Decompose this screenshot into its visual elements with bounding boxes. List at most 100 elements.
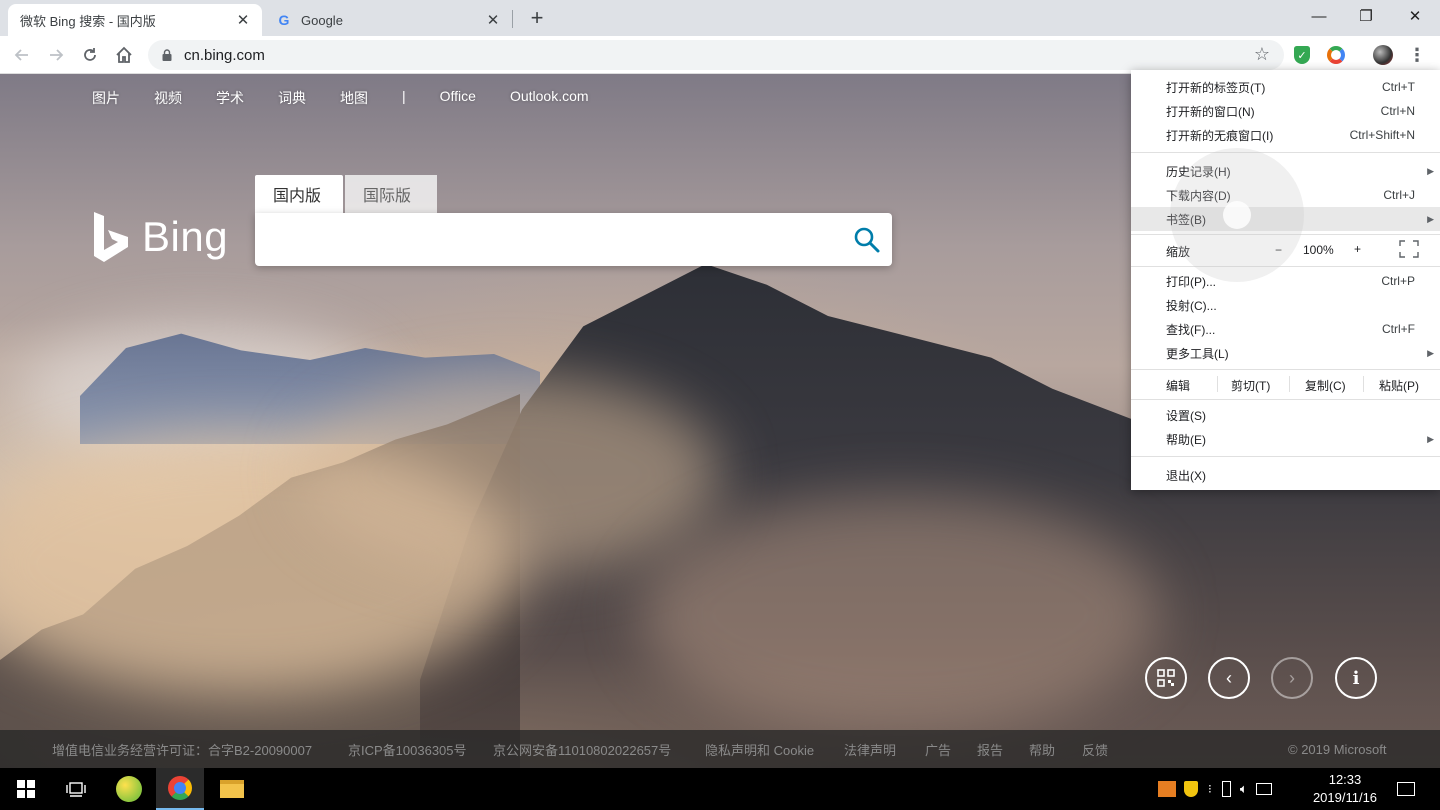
- bing-logo[interactable]: Bing: [92, 210, 228, 264]
- address-bar[interactable]: cn.bing.com ☆: [148, 40, 1284, 70]
- tray-shield-icon[interactable]: [1184, 781, 1198, 797]
- star-icon[interactable]: ☆: [1254, 44, 1270, 65]
- app-ball-icon: [116, 776, 142, 802]
- ring-extension-icon[interactable]: [1325, 44, 1347, 66]
- next-image-button[interactable]: ›: [1271, 657, 1313, 699]
- restore-button[interactable]: ❐: [1343, 0, 1389, 32]
- network-icon[interactable]: [1255, 783, 1272, 795]
- search-icon[interactable]: [852, 225, 882, 255]
- taskbar-chrome[interactable]: [156, 768, 204, 810]
- nav-images[interactable]: 图片: [92, 88, 120, 108]
- lock-icon[interactable]: [160, 49, 174, 61]
- menu-print[interactable]: 打印(P)... Ctrl+P: [1131, 269, 1440, 293]
- clock-date: 2019/11/16: [1312, 790, 1378, 805]
- image-info-button[interactable]: i: [1335, 657, 1377, 699]
- footer-ads[interactable]: 广告: [925, 740, 951, 759]
- action-center-button[interactable]: [1382, 768, 1430, 810]
- task-view-button[interactable]: [52, 768, 100, 810]
- tray-battery-icon[interactable]: [1221, 781, 1231, 797]
- menu-divider: [1131, 456, 1440, 457]
- info-icon: i: [1352, 667, 1360, 689]
- previous-image-button[interactable]: ‹: [1208, 657, 1250, 699]
- search-box: [255, 213, 892, 266]
- chevron-left-icon: ‹: [1226, 667, 1232, 688]
- bing-top-nav: 图片 视频 学术 词典 地图 | Office Outlook.com: [92, 88, 623, 108]
- shield-icon[interactable]: ✓: [1291, 44, 1313, 66]
- tab-international[interactable]: 国际版: [345, 175, 437, 213]
- paste-button[interactable]: 粘贴(P): [1379, 377, 1419, 394]
- folder-icon: [220, 780, 244, 798]
- footer-report[interactable]: 报告: [977, 740, 1003, 759]
- reload-icon[interactable]: [76, 41, 104, 69]
- menu-label: 设置(S): [1166, 408, 1206, 423]
- close-window-button[interactable]: ✕: [1392, 0, 1438, 32]
- browser-toolbar: cn.bing.com ☆ ✓ ⋮: [0, 36, 1440, 74]
- bing-logo-text: Bing: [142, 213, 229, 260]
- menu-new-window[interactable]: 打开新的窗口(N) Ctrl+N: [1131, 99, 1440, 123]
- nav-outlook[interactable]: Outlook.com: [510, 88, 589, 108]
- volume-icon[interactable]: 🔈︎: [1240, 781, 1248, 797]
- menu-shortcut: Ctrl+P: [1381, 274, 1415, 288]
- nav-dictionary[interactable]: 词典: [278, 88, 306, 108]
- menu-divider: [1131, 266, 1440, 267]
- notification-icon: [1397, 782, 1415, 796]
- forward-icon[interactable]: [42, 41, 70, 69]
- qr-code-icon: [1157, 669, 1175, 687]
- touch-point: [1223, 201, 1251, 229]
- menu-incognito[interactable]: 打开新的无痕窗口(I) Ctrl+Shift+N: [1131, 123, 1440, 147]
- fullscreen-icon[interactable]: [1399, 240, 1419, 258]
- menu-shortcut: Ctrl+N: [1380, 104, 1415, 118]
- tray-app-icon[interactable]: [1158, 781, 1176, 797]
- footer-feedback[interactable]: 反馈: [1082, 740, 1108, 759]
- chrome-main-menu: 打开新的标签页(T) Ctrl+T 打开新的窗口(N) Ctrl+N 打开新的无…: [1131, 70, 1440, 490]
- chevron-right-icon: ›: [1289, 667, 1295, 688]
- search-input[interactable]: [267, 223, 827, 255]
- edit-divider: [1289, 376, 1290, 392]
- taskbar-app-ball[interactable]: [105, 768, 153, 810]
- menu-settings[interactable]: 设置(S): [1131, 403, 1440, 427]
- zoom-in-button[interactable]: +: [1354, 242, 1361, 256]
- nav-maps[interactable]: 地图: [340, 88, 368, 108]
- nav-videos[interactable]: 视频: [154, 88, 182, 108]
- menu-new-tab[interactable]: 打开新的标签页(T) Ctrl+T: [1131, 75, 1440, 99]
- copy-button[interactable]: 复制(C): [1305, 377, 1346, 394]
- submenu-arrow-icon: ▶: [1427, 433, 1434, 444]
- new-tab-button[interactable]: +: [524, 5, 550, 31]
- footer-legal[interactable]: 法律声明: [844, 740, 896, 759]
- taskbar-file-explorer[interactable]: [208, 768, 256, 810]
- menu-kebab-icon[interactable]: ⋮: [1406, 44, 1428, 66]
- back-icon[interactable]: [8, 41, 36, 69]
- menu-more-tools[interactable]: 更多工具(L) ▶: [1131, 341, 1440, 365]
- bing-logo-icon: [94, 212, 128, 262]
- home-icon[interactable]: [110, 41, 138, 69]
- windows-taskbar: ⁝ 🔈︎ 12:33 2019/11/16: [0, 768, 1440, 810]
- menu-help[interactable]: 帮助(E) ▶: [1131, 427, 1440, 451]
- nav-academic[interactable]: 学术: [216, 88, 244, 108]
- footer-privacy[interactable]: 隐私声明和 Cookie: [705, 740, 814, 759]
- menu-cast[interactable]: 投射(C)...: [1131, 293, 1440, 317]
- taskbar-clock[interactable]: 12:33 2019/11/16: [1306, 771, 1384, 807]
- tab-bing[interactable]: b 微软 Bing 搜索 - 国内版 ✕: [8, 4, 262, 94]
- tab-close-icon[interactable]: ✕: [232, 9, 254, 31]
- footer-help[interactable]: 帮助: [1029, 740, 1055, 759]
- profile-avatar[interactable]: [1372, 44, 1394, 66]
- menu-find[interactable]: 查找(F)... Ctrl+F: [1131, 317, 1440, 341]
- footer-copyright: © 2019 Microsoft: [1288, 741, 1387, 757]
- tray-network-icon[interactable]: ⁝: [1208, 782, 1212, 796]
- footer-license[interactable]: 增值电信业务经营许可证：合字B2-20090007: [52, 740, 312, 759]
- menu-exit[interactable]: 退出(X): [1131, 463, 1440, 487]
- cut-button[interactable]: 剪切(T): [1231, 377, 1270, 394]
- footer-police[interactable]: 京公网安备11010802022657号: [493, 740, 671, 759]
- google-favicon-icon: G: [278, 12, 290, 28]
- qr-code-button[interactable]: [1145, 657, 1187, 699]
- minimize-button[interactable]: —: [1296, 0, 1342, 32]
- nav-office[interactable]: Office: [440, 88, 476, 108]
- footer-icp[interactable]: 京ICP备10036305号: [348, 740, 467, 759]
- tab-google[interactable]: G Google ✕: [264, 4, 512, 36]
- menu-shortcut: Ctrl+F: [1382, 322, 1415, 336]
- start-button[interactable]: [2, 768, 50, 810]
- tab-close-icon[interactable]: ✕: [482, 9, 504, 31]
- tab-domestic[interactable]: 国内版: [255, 175, 343, 213]
- menu-label: 投射(C)...: [1166, 298, 1217, 313]
- url-text[interactable]: cn.bing.com: [184, 47, 265, 64]
